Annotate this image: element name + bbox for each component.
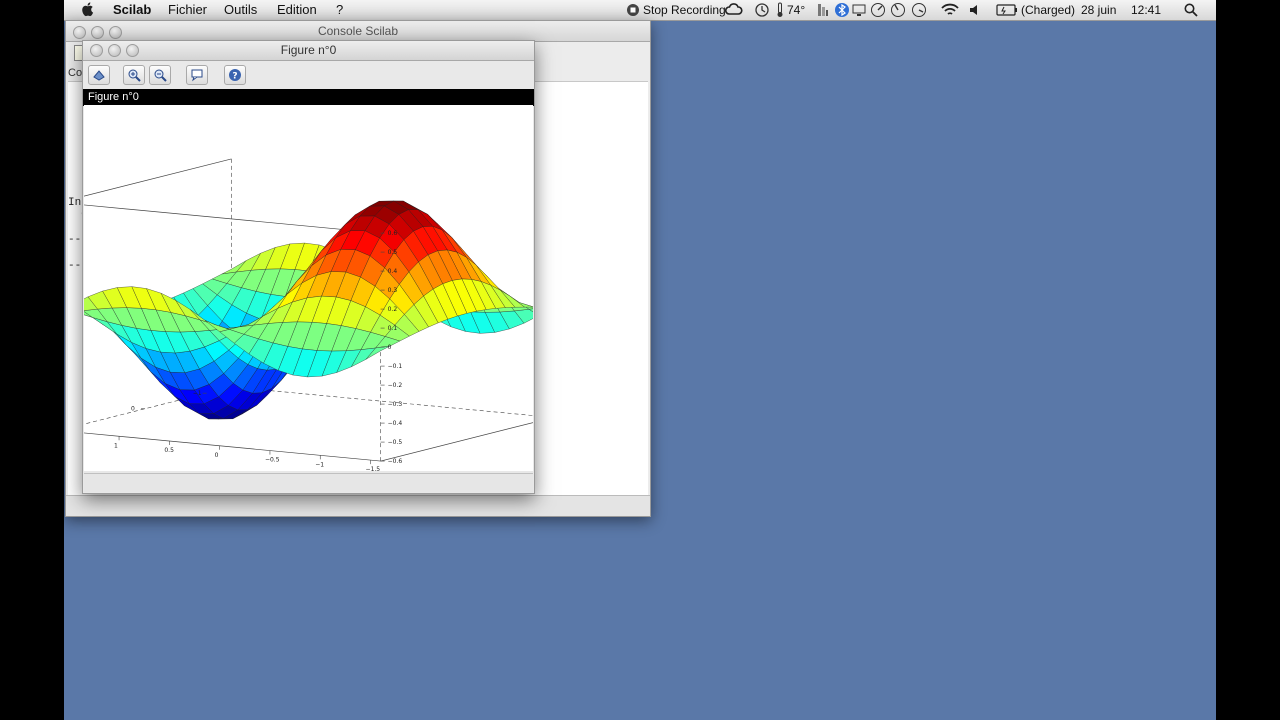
menu-fichier[interactable]: Fichier [168,2,207,17]
x-tick-label: −1.5 [366,466,381,471]
y-tick-label: −1 [193,390,202,397]
z-tick-label: −0.4 [388,420,403,427]
figure-toolbar: ? [83,61,534,89]
rotate-icon [93,70,105,81]
axes-floor-front [64,417,554,462]
close-button[interactable] [90,44,103,57]
plot-canvas[interactable]: 0.6 0.5 0.4 0.3 0.2 0.1 0 −0.1 −0.2 −0.3 −0.4 −0.5 −… [64,105,554,473]
console-line: -- [68,260,82,272]
svg-text:?: ? [232,72,237,82]
menu-help[interactable]: ? [336,2,343,17]
figure-label-bar: Figure n°0 [83,89,534,106]
z-tick-label: 0.3 [388,287,398,294]
datatip-icon [191,69,203,82]
help-button[interactable]: ? [224,65,246,85]
zoom-in-icon [128,69,141,82]
z-tick-label: −0.3 [388,401,403,408]
wifi-icon[interactable] [940,2,960,18]
creative-cloud-icon[interactable] [725,2,743,18]
z-tick-label: 0.2 [388,306,398,313]
time-machine-icon[interactable] [754,2,770,18]
apple-icon[interactable] [81,1,95,17]
zoom-button[interactable] [126,44,139,57]
zoom-button[interactable] [109,26,122,39]
menu-edition[interactable]: Edition [277,2,317,17]
network-gauge-icon[interactable] [911,2,927,18]
date-label[interactable]: 28 juin [1081,3,1116,17]
spotlight-search-icon[interactable] [1184,3,1198,17]
menu-outils[interactable]: Outils [224,2,257,17]
disk-gauge-icon[interactable] [890,2,906,18]
rotate-button[interactable] [88,65,110,85]
cpu-gauge-icon[interactable] [870,2,886,18]
zoom-out-button[interactable] [149,65,171,85]
console-line: In [68,197,82,209]
z-tick-label: −0.1 [388,363,403,370]
axes-box-back [64,158,381,234]
surface-plot[interactable]: 0.6 0.5 0.4 0.3 0.2 0.1 0 −0.1 −0.2 −0.3 −0.4 −0.5 −… [64,105,554,473]
thermometer-icon[interactable] [775,2,785,18]
x-tick-label: 0 [215,452,219,459]
desktop: Scilab Fichier Outils Edition ? Stop Rec… [64,0,1216,720]
z-tick-label: 0.6 [388,230,398,237]
figure-titlebar[interactable]: Figure n°0 [83,41,534,61]
menubar: Scilab Fichier Outils Edition ? Stop Rec… [64,0,1216,21]
minimize-button[interactable] [108,44,121,57]
z-tick-label: −0.5 [388,439,403,446]
console-titlebar[interactable]: Console Scilab [66,21,650,42]
clock-label[interactable]: 12:41 [1131,3,1161,17]
help-icon: ? [229,69,241,82]
temperature-readout[interactable]: 74° [787,3,805,17]
horizontal-scrollbar[interactable] [84,473,533,492]
stop-recording-icon[interactable] [626,3,640,17]
stop-recording-label[interactable]: Stop Recording [643,3,726,17]
menu-app-name[interactable]: Scilab [113,2,151,17]
x-tick-label: −1 [315,461,324,468]
z-tick-label: 0 [388,344,392,351]
z-tick-label: 0.5 [388,249,398,256]
zoom-out-icon [154,69,167,82]
bluetooth-status-icon[interactable] [834,2,850,18]
z-tick-label: 0.1 [388,325,398,332]
figure-title: Figure n°0 [280,43,337,57]
console-status-strip [66,495,650,516]
close-button[interactable] [73,26,86,39]
zoom-in-button[interactable] [123,65,145,85]
x-tick-label: −0.5 [265,457,280,464]
volume-icon[interactable] [968,3,982,17]
console-menu-snippet[interactable]: Co [68,67,82,79]
z-tick-label: −0.6 [388,458,403,465]
axes-floor-back [64,386,554,430]
memory-monitor-icon[interactable] [817,3,829,17]
console-line: -- [68,234,82,246]
z-tick-label: −0.2 [388,382,403,389]
y-tick-label: 0 [131,406,135,413]
datatip-button[interactable] [186,65,208,85]
console-title: Console Scilab [317,24,399,38]
battery-status[interactable]: (Charged) [1021,3,1075,17]
x-tick-label: 0.5 [164,447,174,454]
battery-icon[interactable] [996,3,1018,17]
monitor-icon[interactable] [852,3,866,17]
x-tick-label: 1 [114,442,118,449]
minimize-button[interactable] [91,26,104,39]
figure-window: Figure n°0 ? Figure n°0 0.6 0.5 0.4 0.3 0.2 0… [64,40,554,494]
z-tick-label: 0.4 [388,268,398,275]
